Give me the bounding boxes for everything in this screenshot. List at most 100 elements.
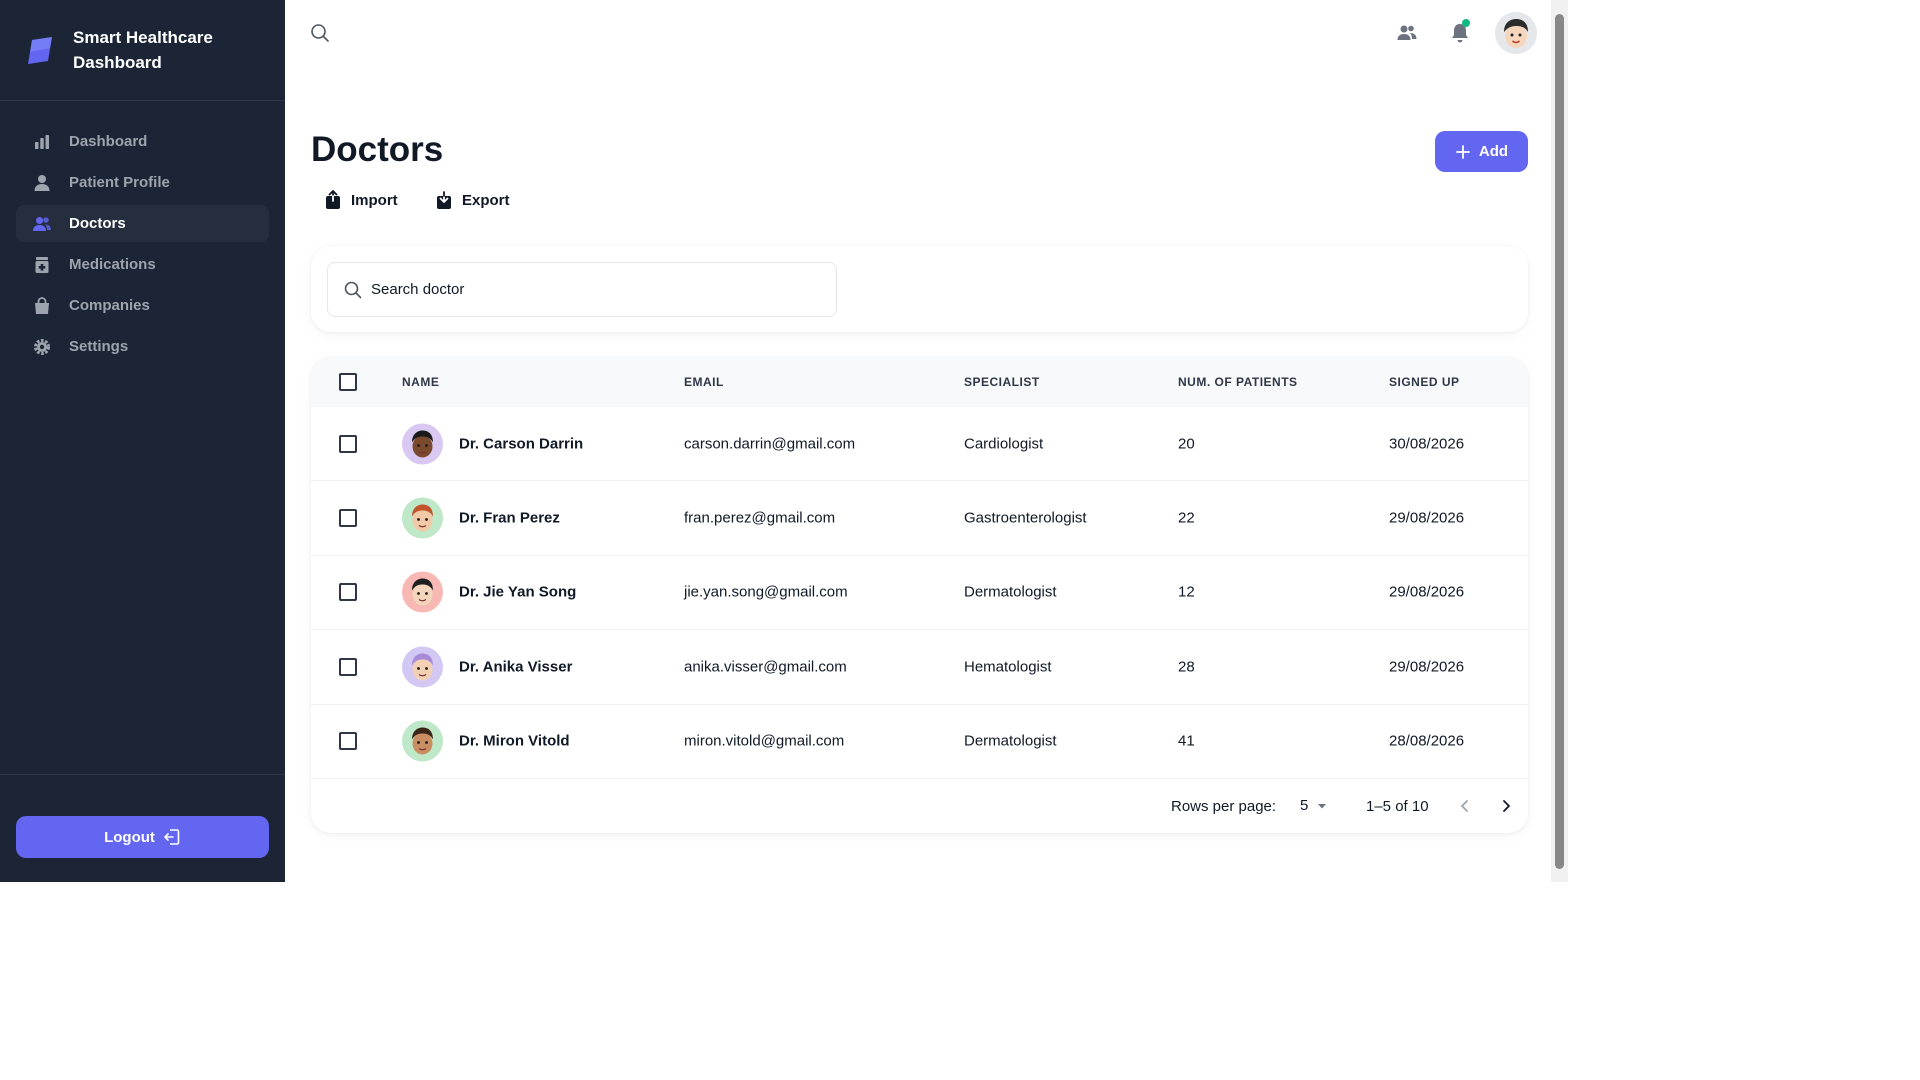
doctor-patients: 28 bbox=[1178, 658, 1195, 676]
doctor-name[interactable]: Dr. Fran Perez bbox=[459, 510, 560, 527]
row-checkbox[interactable] bbox=[339, 657, 357, 676]
chevron-left-icon bbox=[1461, 800, 1468, 812]
rows-per-page-value: 5 bbox=[1300, 797, 1309, 814]
export-button[interactable]: Export bbox=[436, 187, 510, 213]
row-checkbox[interactable] bbox=[339, 509, 357, 528]
pagination: Rows per page: 5 1–5 of 10 bbox=[311, 780, 1528, 833]
sidebar-item-label: Patient Profile bbox=[69, 174, 170, 191]
search-card bbox=[311, 246, 1528, 332]
pagination-range: 1–5 of 10 bbox=[1366, 798, 1429, 815]
doctor-name[interactable]: Dr. Jie Yan Song bbox=[459, 584, 576, 601]
column-header-specialist[interactable]: SPECIALIST bbox=[964, 375, 1040, 389]
sidebar-item-settings[interactable]: Settings bbox=[16, 328, 269, 365]
notification-dot bbox=[1462, 19, 1470, 27]
brand: Smart Healthcare Dashboard bbox=[0, 0, 285, 101]
column-header-email[interactable]: EMAIL bbox=[684, 375, 724, 389]
sidebar-item-doctors[interactable]: Doctors bbox=[16, 205, 269, 242]
rows-per-page-label: Rows per page: bbox=[1171, 798, 1277, 815]
contacts-icon[interactable] bbox=[1392, 18, 1422, 48]
topbar bbox=[285, 0, 1551, 66]
doctor-signed-up: 29/08/2026 bbox=[1389, 583, 1465, 601]
sidebar-item-label: Companies bbox=[69, 297, 150, 314]
sidebar-item-label: Dashboard bbox=[69, 133, 148, 150]
caret-down-icon bbox=[1318, 803, 1327, 808]
logout-label: Logout bbox=[104, 828, 155, 846]
scrollbar[interactable] bbox=[1551, 0, 1568, 882]
sidebar-item-label: Doctors bbox=[69, 215, 126, 232]
doctor-email: miron.vitold@gmail.com bbox=[684, 732, 845, 750]
doctor-email: fran.perez@gmail.com bbox=[684, 509, 836, 527]
doctor-email: anika.visser@gmail.com bbox=[684, 658, 847, 676]
sidebar-item-dashboard[interactable]: Dashboard bbox=[16, 123, 269, 160]
doctor-specialist: Hematologist bbox=[964, 658, 1052, 676]
logout-icon bbox=[164, 829, 180, 845]
user-avatar[interactable] bbox=[1495, 12, 1537, 54]
gear-icon bbox=[32, 337, 52, 357]
doctor-specialist: Cardiologist bbox=[964, 435, 1044, 453]
table-header: NAME EMAIL SPECIALIST NUM. OF PATIENTS S… bbox=[311, 357, 1528, 407]
doctor-name[interactable]: Dr. Carson Darrin bbox=[459, 435, 583, 452]
medicine-box-icon bbox=[32, 255, 52, 275]
sidebar: Smart Healthcare Dashboard Dashboard Pat… bbox=[0, 0, 285, 882]
sidebar-nav: Dashboard Patient Profile Doctors Medica… bbox=[0, 101, 285, 365]
sidebar-item-label: Settings bbox=[69, 338, 129, 355]
table-row[interactable]: Dr. Fran Perez fran.perez@gmail.com Gastro… bbox=[311, 481, 1528, 556]
doctor-specialist: Dermatologist bbox=[964, 583, 1057, 601]
sidebar-item-companies[interactable]: Companies bbox=[16, 287, 269, 324]
doctor-signed-up: 28/08/2026 bbox=[1389, 732, 1465, 750]
doctors-table: NAME EMAIL SPECIALIST NUM. OF PATIENTS S… bbox=[311, 357, 1528, 833]
doctor-avatar bbox=[402, 423, 443, 465]
doctor-email: carson.darrin@gmail.com bbox=[684, 435, 856, 453]
bar-chart-icon bbox=[32, 132, 52, 152]
doctor-name[interactable]: Dr. Anika Visser bbox=[459, 658, 572, 675]
sidebar-item-patient-profile[interactable]: Patient Profile bbox=[16, 164, 269, 201]
add-label: Add bbox=[1478, 143, 1509, 160]
plus-icon bbox=[1456, 144, 1470, 159]
select-all-checkbox[interactable] bbox=[339, 373, 357, 391]
table-row[interactable]: Dr. Jie Yan Song jie.yan.song@gmail.com De… bbox=[311, 556, 1528, 631]
search-field[interactable] bbox=[327, 262, 837, 317]
import-label: Import bbox=[351, 191, 398, 209]
column-header-signed-up[interactable]: SIGNED UP bbox=[1389, 375, 1460, 389]
doctor-patients: 22 bbox=[1178, 509, 1195, 527]
page-title: Doctors bbox=[311, 130, 444, 169]
notifications-button[interactable] bbox=[1445, 18, 1475, 48]
table-row[interactable]: Dr. Miron Vitold miron.vitold@gmail.com De… bbox=[311, 705, 1528, 779]
users-icon bbox=[32, 214, 52, 234]
row-checkbox[interactable] bbox=[339, 583, 357, 602]
sidebar-item-medications[interactable]: Medications bbox=[16, 246, 269, 283]
column-header-patients[interactable]: NUM. OF PATIENTS bbox=[1178, 375, 1298, 389]
doctor-email: jie.yan.song@gmail.com bbox=[684, 583, 848, 601]
search-icon[interactable] bbox=[309, 22, 331, 44]
row-checkbox[interactable] bbox=[339, 434, 357, 453]
search-doctor-input[interactable] bbox=[371, 281, 791, 298]
doctor-signed-up: 30/08/2026 bbox=[1389, 435, 1465, 453]
column-header-name[interactable]: NAME bbox=[402, 375, 439, 389]
upload-icon bbox=[326, 190, 340, 209]
doctor-signed-up: 29/08/2026 bbox=[1389, 509, 1465, 527]
table-row[interactable]: Dr. Anika Visser anika.visser@gmail.com He… bbox=[311, 630, 1528, 705]
logout-button[interactable]: Logout bbox=[16, 816, 269, 858]
rows-per-page-select[interactable]: 5 bbox=[1300, 797, 1328, 814]
previous-page-button[interactable] bbox=[1454, 795, 1476, 817]
scrollbar-thumb[interactable] bbox=[1555, 14, 1564, 869]
user-icon bbox=[32, 173, 52, 193]
doctor-signed-up: 29/08/2026 bbox=[1389, 658, 1465, 676]
row-checkbox[interactable] bbox=[339, 732, 357, 751]
download-icon bbox=[437, 191, 451, 209]
table-body: Dr. Carson Darrin carson.darrin@gmail.com… bbox=[311, 407, 1528, 779]
doctor-avatar bbox=[402, 497, 443, 539]
table-row[interactable]: Dr. Carson Darrin carson.darrin@gmail.com… bbox=[311, 407, 1528, 482]
next-page-button[interactable] bbox=[1495, 795, 1517, 817]
add-doctor-button[interactable]: Add bbox=[1435, 131, 1528, 172]
doctor-name[interactable]: Dr. Miron Vitold bbox=[459, 733, 570, 750]
export-label: Export bbox=[462, 191, 510, 209]
chevron-right-icon bbox=[1503, 800, 1510, 812]
sidebar-footer: Logout bbox=[0, 774, 285, 882]
app-logo-icon bbox=[28, 37, 52, 64]
shopping-bag-icon bbox=[32, 296, 52, 316]
doctor-patients: 20 bbox=[1178, 435, 1195, 453]
doctor-specialist: Gastroenterologist bbox=[964, 509, 1087, 527]
doctor-patients: 41 bbox=[1178, 732, 1195, 750]
import-button[interactable]: Import bbox=[325, 187, 398, 213]
